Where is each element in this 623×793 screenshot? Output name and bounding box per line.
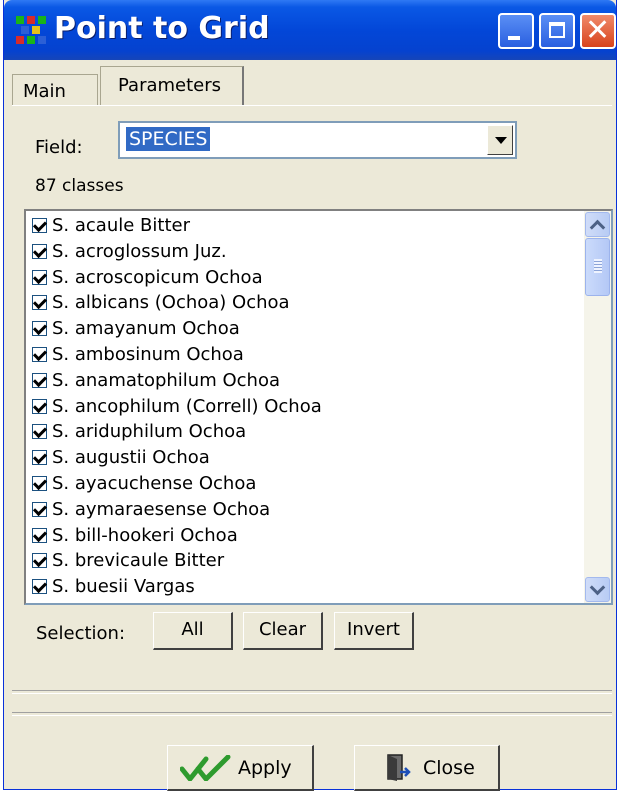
tab-parameters[interactable]: Parameters — [100, 66, 244, 106]
clear-selection-button[interactable]: Clear — [243, 612, 323, 650]
list-item[interactable]: S. acroscopicum Ochoa — [26, 267, 584, 293]
close-icon: ✕ — [585, 13, 611, 48]
species-checklist[interactable]: S. acaule Bitter S. acroglossum Juz. S. ac… — [24, 209, 613, 605]
scroll-up-button[interactable] — [585, 212, 610, 237]
list-item[interactable]: S. brevicaule Bitter — [26, 550, 584, 576]
maximize-icon — [549, 22, 565, 38]
chevron-down-icon — [589, 579, 606, 596]
chevron-down-icon — [495, 137, 507, 144]
selection-label: Selection: — [36, 623, 126, 644]
classes-count: 87 classes — [35, 176, 124, 196]
checkbox[interactable] — [32, 553, 47, 569]
door-exit-icon — [387, 754, 411, 781]
select-all-button[interactable]: All — [153, 612, 233, 650]
scroll-down-button[interactable] — [585, 577, 610, 602]
species-list-items: S. acaule Bitter S. acroglossum Juz. S. ac… — [26, 215, 584, 602]
list-item[interactable]: S. augustii Ochoa — [26, 447, 584, 473]
checkbox[interactable] — [32, 218, 47, 233]
checkbox[interactable] — [32, 321, 47, 337]
list-item-label: S. ayacuchense Ochoa — [52, 472, 257, 494]
list-item[interactable]: S. ancophilum (Correll) Ochoa — [26, 396, 584, 422]
list-scrollbar[interactable] — [584, 211, 611, 603]
divider — [12, 690, 612, 694]
checkbox[interactable] — [32, 295, 47, 311]
list-item-label: S. ariduphilum Ochoa — [52, 421, 247, 443]
apply-button[interactable]: Apply — [167, 745, 314, 791]
checkbox[interactable] — [32, 501, 47, 517]
checkbox[interactable] — [32, 372, 47, 388]
point-to-grid-dialog: Point to Grid ✕ Main Parameters Field: S… — [3, 0, 617, 791]
tab-divider — [12, 105, 612, 106]
list-item[interactable]: S. ayacuchense Ochoa — [26, 473, 584, 499]
list-item[interactable]: S. aymaraesense Ochoa — [26, 499, 584, 525]
checkbox[interactable] — [32, 346, 47, 362]
list-item-label: S. albicans (Ochoa) Ochoa — [52, 292, 290, 314]
chevron-up-icon — [589, 219, 606, 236]
minimize-icon — [508, 36, 520, 40]
list-item-label: S. augustii Ochoa — [52, 447, 210, 469]
checkbox[interactable] — [32, 243, 47, 259]
close-button[interactable]: Close — [354, 745, 500, 791]
list-item[interactable]: S. anamatophilum Ochoa — [26, 370, 584, 396]
list-item-label: S. anamatophilum Ochoa — [52, 369, 280, 391]
apply-label: Apply — [238, 757, 292, 779]
checkbox[interactable] — [32, 579, 47, 595]
list-item[interactable]: S. amayanum Ochoa — [26, 318, 584, 344]
list-item-label: S. amayanum Ochoa — [52, 318, 240, 340]
field-dropdown-button[interactable] — [487, 125, 513, 155]
list-item[interactable]: S. acaule Bitter — [26, 215, 584, 241]
list-item-label: S. aymaraesense Ochoa — [52, 498, 271, 520]
list-item[interactable]: S. ariduphilum Ochoa — [26, 421, 584, 447]
minimize-button[interactable] — [498, 13, 534, 49]
invert-selection-button[interactable]: Invert — [334, 612, 414, 650]
list-item[interactable]: S. acroglossum Juz. — [26, 241, 584, 267]
window-title: Point to Grid — [54, 11, 270, 46]
field-select[interactable]: SPECIES — [118, 121, 517, 159]
checkbox[interactable] — [32, 424, 47, 440]
field-select-value: SPECIES — [126, 127, 211, 151]
field-label: Field: — [35, 137, 83, 158]
scroll-thumb[interactable] — [585, 238, 610, 296]
checkbox[interactable] — [32, 269, 47, 285]
checkbox[interactable] — [32, 475, 47, 491]
grip-icon — [594, 259, 602, 273]
list-item[interactable]: S. albicans (Ochoa) Ochoa — [26, 292, 584, 318]
checkbox[interactable] — [32, 527, 47, 543]
title-bar[interactable]: Point to Grid ✕ — [4, 0, 616, 60]
list-item-label: S. acroglossum Juz. — [52, 240, 227, 262]
list-item[interactable]: S. bill-hookeri Ochoa — [26, 525, 584, 551]
list-item-label: S. bill-hookeri Ochoa — [52, 524, 238, 546]
maximize-button[interactable] — [539, 13, 575, 49]
list-item-label: S. buesii Vargas — [52, 576, 195, 598]
list-item-label: S. acaule Bitter — [52, 215, 190, 236]
divider — [12, 712, 612, 716]
tab-main[interactable]: Main — [12, 74, 98, 106]
checkbox[interactable] — [32, 450, 47, 466]
tab-bar: Main Parameters — [12, 66, 612, 106]
close-window-button[interactable]: ✕ — [580, 13, 616, 49]
checkbox[interactable] — [32, 398, 47, 414]
list-item[interactable]: S. ambosinum Ochoa — [26, 344, 584, 370]
list-item[interactable]: S. buesii Vargas — [26, 576, 584, 602]
list-item-label: S. ambosinum Ochoa — [52, 343, 244, 365]
list-item-label: S. acroscopicum Ochoa — [52, 266, 263, 288]
double-check-icon — [180, 755, 231, 781]
close-label: Close — [423, 757, 475, 779]
list-item-label: S. brevicaule Bitter — [52, 550, 225, 572]
list-item-label: S. ancophilum (Correll) Ochoa — [52, 395, 322, 417]
grid-colors-icon — [16, 16, 46, 44]
